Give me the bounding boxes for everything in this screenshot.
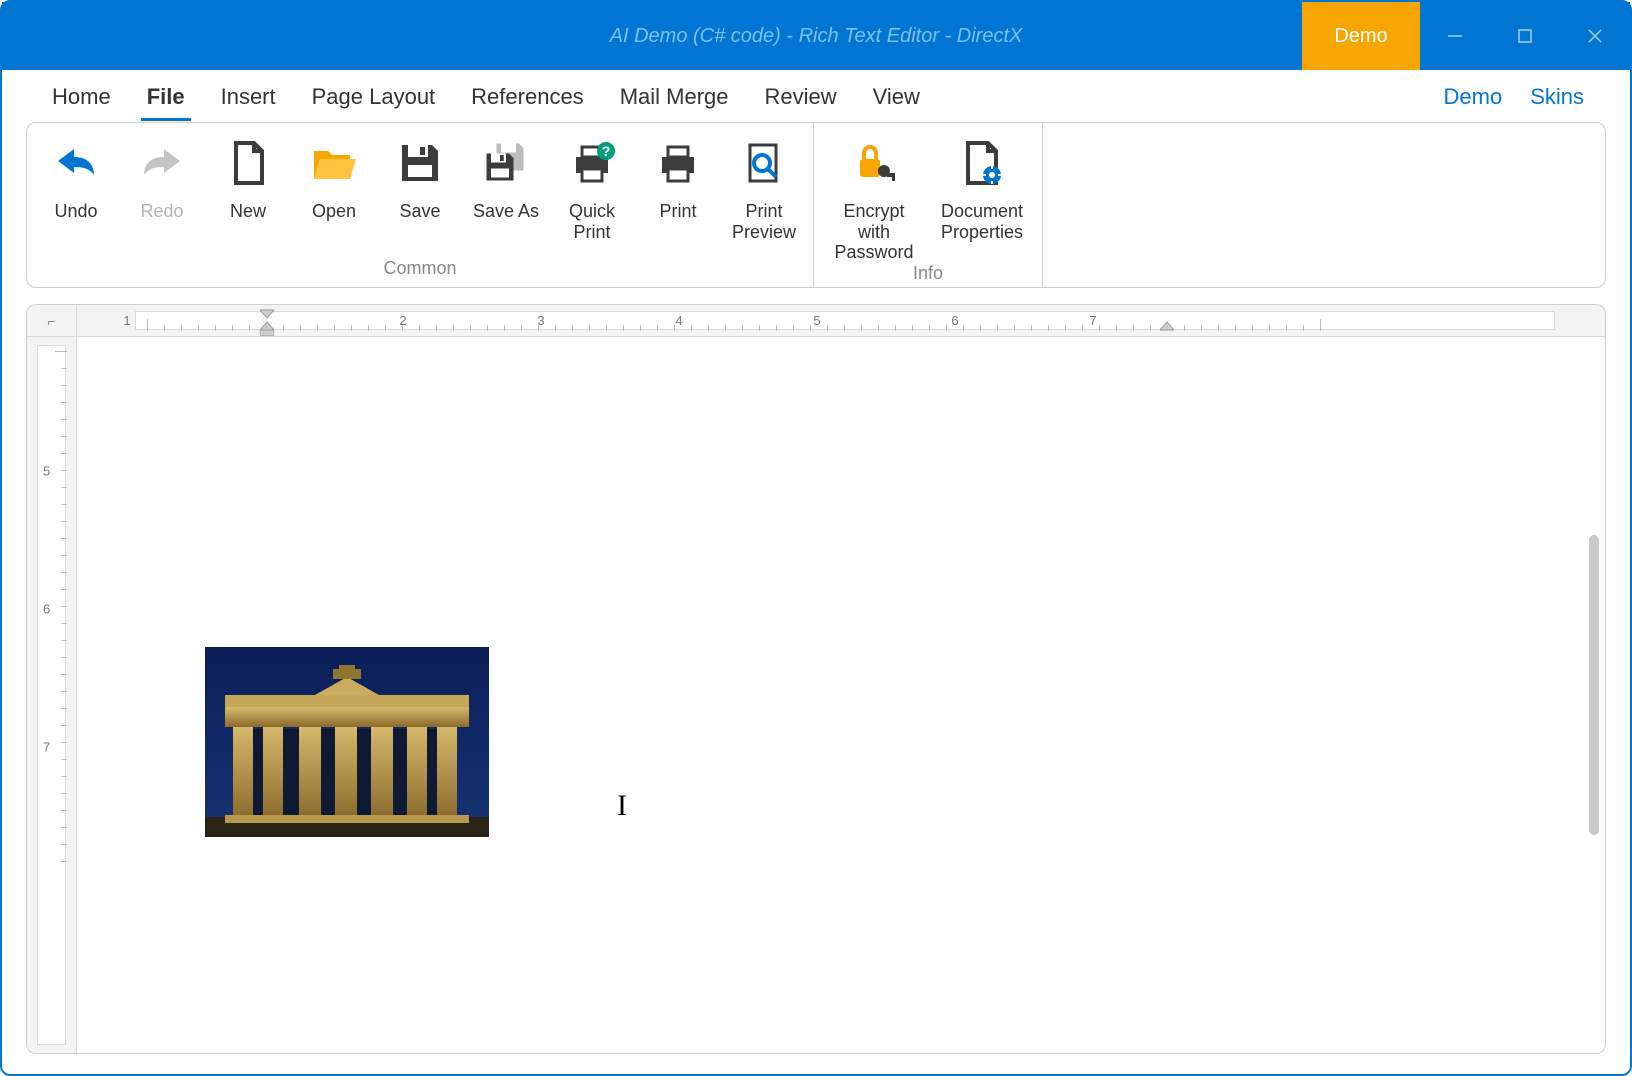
svg-text:?: ? bbox=[602, 143, 611, 159]
ribbon-group-common: Undo Redo New Open bbox=[27, 123, 814, 287]
tab-insert[interactable]: Insert bbox=[203, 74, 294, 120]
print-button[interactable]: Print bbox=[643, 133, 713, 222]
print-preview-button[interactable]: Print Preview bbox=[729, 133, 799, 242]
document-page[interactable]: I bbox=[77, 337, 1605, 1053]
redo-button: Redo bbox=[127, 133, 197, 222]
window-title: AI Demo (C# code) - Rich Text Editor - D… bbox=[610, 2, 1023, 70]
new-file-icon bbox=[224, 139, 272, 187]
open-folder-icon bbox=[310, 139, 358, 187]
indent-marker[interactable] bbox=[260, 305, 274, 336]
save-as-icon bbox=[482, 139, 530, 187]
tab-mail-merge[interactable]: Mail Merge bbox=[602, 74, 747, 120]
vertical-ruler[interactable]: 5 6 7 bbox=[27, 337, 77, 1053]
ribbon-group-empty bbox=[1043, 123, 1605, 287]
redo-icon bbox=[138, 139, 186, 187]
quick-print-icon: ? bbox=[568, 139, 616, 187]
link-skins[interactable]: Skins bbox=[1516, 74, 1598, 120]
print-preview-icon bbox=[740, 139, 788, 187]
open-button[interactable]: Open bbox=[299, 133, 369, 222]
undo-button[interactable]: Undo bbox=[41, 133, 111, 222]
document-properties-icon bbox=[958, 139, 1006, 187]
window-minimize-button[interactable] bbox=[1420, 2, 1490, 70]
ribbon-group-label-common: Common bbox=[41, 258, 799, 283]
maximize-icon bbox=[1516, 27, 1534, 45]
text-cursor: I bbox=[617, 789, 627, 823]
ruler-corner: ⌐ bbox=[27, 305, 77, 337]
title-bar: AI Demo (C# code) - Rich Text Editor - D… bbox=[2, 2, 1630, 70]
embedded-image[interactable] bbox=[205, 647, 489, 837]
right-indent-marker[interactable] bbox=[1160, 305, 1174, 336]
undo-icon bbox=[52, 139, 100, 187]
tab-page-layout[interactable]: Page Layout bbox=[294, 74, 454, 120]
vertical-scrollbar-thumb[interactable] bbox=[1589, 535, 1599, 835]
quick-print-button[interactable]: ? Quick Print bbox=[557, 133, 627, 242]
document-area: ⌐ 1 2 3 4 5 6 7 5 6 7 bbox=[26, 304, 1606, 1054]
print-icon bbox=[654, 139, 702, 187]
document-properties-button[interactable]: Document Properties bbox=[936, 133, 1028, 242]
new-button[interactable]: New bbox=[213, 133, 283, 222]
save-icon bbox=[396, 139, 444, 187]
horizontal-ruler[interactable]: 1 2 3 4 5 6 7 bbox=[77, 305, 1605, 337]
link-demo[interactable]: Demo bbox=[1430, 74, 1517, 120]
save-as-button[interactable]: Save As bbox=[471, 133, 541, 222]
tab-home[interactable]: Home bbox=[34, 74, 129, 120]
save-button[interactable]: Save bbox=[385, 133, 455, 222]
tab-view[interactable]: View bbox=[855, 74, 938, 120]
ribbon-group-label-info: Info bbox=[828, 263, 1028, 288]
tab-review[interactable]: Review bbox=[747, 74, 855, 120]
ribbon: Undo Redo New Open bbox=[26, 122, 1606, 288]
demo-badge[interactable]: Demo bbox=[1302, 2, 1420, 70]
window-maximize-button[interactable] bbox=[1490, 2, 1560, 70]
tab-file[interactable]: File bbox=[129, 74, 203, 120]
encrypt-with-password-button[interactable]: Encrypt with Password bbox=[828, 133, 920, 263]
close-icon bbox=[1586, 27, 1604, 45]
ribbon-group-info: Encrypt with Password Document Propertie… bbox=[814, 123, 1043, 287]
lock-key-icon bbox=[850, 139, 898, 187]
window-close-button[interactable] bbox=[1560, 2, 1630, 70]
menu-tabs: Home File Insert Page Layout References … bbox=[2, 70, 1630, 120]
tab-references[interactable]: References bbox=[453, 74, 602, 120]
minimize-icon bbox=[1446, 27, 1464, 45]
